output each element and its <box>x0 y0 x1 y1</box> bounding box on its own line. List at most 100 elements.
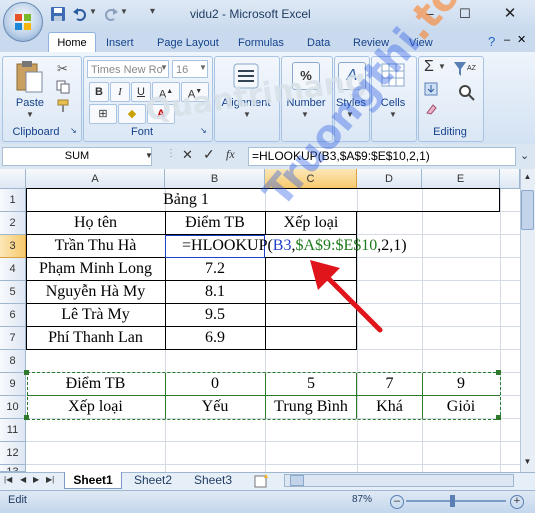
copy-icon[interactable] <box>56 80 70 94</box>
scroll-down-icon[interactable]: ▼ <box>521 457 534 471</box>
lookup-cell[interactable]: 5 <box>265 373 357 395</box>
sheet-tab-sheet1[interactable]: Sheet1 <box>64 472 122 489</box>
column-header-d[interactable]: D <box>357 169 422 189</box>
row-header-3[interactable]: 3 <box>0 235 26 258</box>
horizontal-scrollbar[interactable] <box>284 474 514 487</box>
lookup-cell[interactable]: Xếp loại <box>26 396 165 418</box>
score-cell[interactable]: 6.9 <box>165 327 265 349</box>
horizontal-scroll-thumb[interactable] <box>290 475 304 486</box>
lookup-cell[interactable]: Điểm TB <box>26 373 165 395</box>
sort-filter-icon[interactable]: AZ <box>452 60 476 82</box>
format-painter-icon[interactable] <box>56 99 70 113</box>
clipboard-launcher-icon[interactable]: ↘ <box>70 126 77 135</box>
zoom-slider-track[interactable] <box>406 500 506 502</box>
tab-data[interactable]: Data <box>307 34 330 52</box>
scroll-thumb[interactable] <box>521 190 534 230</box>
font-name-combo[interactable]: Times New Ro <box>87 60 169 78</box>
paste-button[interactable]: Paste <box>12 97 48 109</box>
font-launcher-icon[interactable]: ↘ <box>200 126 207 135</box>
lookup-cell[interactable]: Trung Bình <box>265 396 357 418</box>
italic-button[interactable]: I <box>110 82 130 102</box>
insert-sheet-icon[interactable] <box>254 474 270 488</box>
undo-icon[interactable] <box>72 6 88 22</box>
name-cell[interactable]: Trần Thu Hà <box>26 235 165 257</box>
header-xep-loai[interactable]: Xếp loại <box>265 212 357 234</box>
close-button[interactable]: ✕ <box>500 6 520 22</box>
autosum-icon[interactable]: Σ <box>424 58 434 76</box>
row-header-12[interactable]: 12 <box>0 442 26 465</box>
zoom-in-icon[interactable]: + <box>510 495 524 509</box>
column-header-f[interactable] <box>500 169 520 189</box>
tab-formulas[interactable]: Formulas <box>238 34 284 52</box>
ribbon-minimize-icon[interactable]: – <box>504 34 510 46</box>
cells-dropdown-icon[interactable]: ▼ <box>389 110 397 119</box>
column-header-a[interactable]: A <box>26 169 165 189</box>
lookup-cell[interactable]: Khá <box>357 396 422 418</box>
help-icon[interactable]: ? <box>488 34 495 49</box>
cut-icon[interactable]: ✂ <box>57 61 68 77</box>
paste-dropdown-icon[interactable]: ▼ <box>26 110 34 119</box>
next-sheet-icon[interactable]: ▶ <box>33 475 39 484</box>
customize-qat-icon[interactable]: ▾ <box>150 6 155 17</box>
row-header-5[interactable]: 5 <box>0 281 26 304</box>
score-cell[interactable]: 7.2 <box>165 258 265 280</box>
font-name-dropdown-icon[interactable]: ▼ <box>160 63 168 72</box>
sheet-tab-sheet3[interactable]: Sheet3 <box>184 472 242 489</box>
tab-home[interactable]: Home <box>48 32 96 53</box>
row-header-6[interactable]: 6 <box>0 304 26 327</box>
name-cell[interactable]: Lê Trà My <box>26 304 165 326</box>
name-box-dropdown-icon[interactable]: ▼ <box>145 151 153 160</box>
redo-icon[interactable] <box>103 6 119 22</box>
row-header-11[interactable]: 11 <box>0 419 26 442</box>
row-header-1[interactable]: 1 <box>0 189 26 212</box>
paste-icon[interactable] <box>14 60 44 94</box>
column-header-e[interactable]: E <box>422 169 500 189</box>
lookup-cell[interactable]: 0 <box>165 373 265 395</box>
fill-color-button[interactable]: ◆ <box>118 104 146 124</box>
fill-icon[interactable] <box>424 82 438 96</box>
header-ho-ten[interactable]: Họ tên <box>26 212 165 234</box>
borders-button[interactable]: ⊞ <box>89 104 117 124</box>
office-button[interactable] <box>3 2 43 42</box>
select-all-corner[interactable] <box>0 169 26 189</box>
name-cell[interactable]: Phạm Minh Long <box>26 258 165 280</box>
name-cell[interactable]: Nguyễn Hà My <box>26 281 165 303</box>
ribbon-close-icon[interactable]: ✕ <box>517 33 526 46</box>
first-sheet-icon[interactable]: |◀ <box>4 475 12 484</box>
zoom-out-icon[interactable]: – <box>390 495 404 509</box>
number-dropdown-icon[interactable]: ▼ <box>301 110 309 119</box>
tab-page-layout[interactable]: Page Layout <box>157 34 219 52</box>
find-select-icon[interactable] <box>458 84 476 102</box>
lookup-cell[interactable]: 7 <box>357 373 422 395</box>
row-header-4[interactable]: 4 <box>0 258 26 281</box>
row-header-2[interactable]: 2 <box>0 212 26 235</box>
header-diem-tb[interactable]: Điểm TB <box>165 212 265 234</box>
sheet-tab-sheet2[interactable]: Sheet2 <box>124 472 182 489</box>
row-header-7[interactable]: 7 <box>0 327 26 350</box>
confirm-entry-icon[interactable]: ✓ <box>203 146 215 163</box>
lookup-cell[interactable]: Yếu <box>165 396 265 418</box>
score-cell[interactable]: 9.5 <box>165 304 265 326</box>
insert-function-icon[interactable]: fx <box>226 147 235 162</box>
lookup-cell[interactable]: Giỏi <box>422 396 500 418</box>
scroll-up-icon[interactable]: ▲ <box>521 172 534 186</box>
row-header-8[interactable]: 8 <box>0 350 26 373</box>
formula-expand-icon[interactable]: ⌄ <box>520 149 529 162</box>
cancel-entry-icon[interactable]: ✕ <box>182 147 193 163</box>
column-header-b[interactable]: B <box>165 169 265 189</box>
bold-button[interactable]: B <box>89 82 109 102</box>
prev-sheet-icon[interactable]: ◀ <box>20 475 26 484</box>
zoom-slider-thumb[interactable] <box>450 495 455 507</box>
redo-dropdown-icon[interactable]: ▼ <box>120 7 128 16</box>
tab-insert[interactable]: Insert <box>106 34 134 52</box>
row-header-10[interactable]: 10 <box>0 396 26 419</box>
row-header-9[interactable]: 9 <box>0 373 26 396</box>
row-header-13[interactable]: 13 <box>0 465 26 472</box>
undo-dropdown-icon[interactable]: ▼ <box>89 7 97 16</box>
lookup-cell[interactable]: 9 <box>422 373 500 395</box>
autosum-dropdown-icon[interactable]: ▼ <box>438 62 446 71</box>
zoom-level[interactable]: 87% <box>352 494 372 505</box>
name-box[interactable]: SUM <box>2 147 152 166</box>
last-sheet-icon[interactable]: ▶| <box>46 475 54 484</box>
score-cell[interactable]: 8.1 <box>165 281 265 303</box>
